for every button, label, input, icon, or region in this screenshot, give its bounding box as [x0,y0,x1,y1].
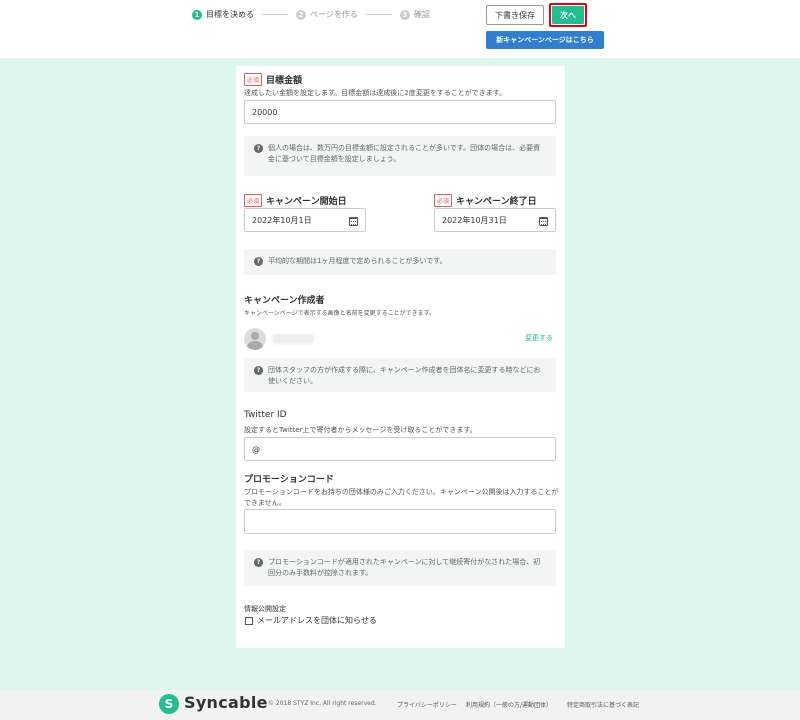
step-3: 3 確認 [399,9,430,20]
creator-title: キャンペーン作成者 [244,296,325,306]
goal-hint-text: 個人の場合は、数万円の目標金額に設定されることが多いです。団体の場合は、必要資金… [268,144,541,164]
commercial-law-link[interactable]: 特定商取引法に基づく表記 [567,700,639,709]
next-button-highlight: 次へ [549,3,587,27]
promo-code-input[interactable] [244,509,556,534]
required-badge: 必須 [244,73,263,86]
notify-email-label[interactable]: メールアドレスを団体に知らせる [257,615,377,626]
creator-hint: ? 団体スタッフの方が作成する際に、キャンペーン作成者を団体名に変更する時などに… [244,358,556,392]
goal-description: 達成したい金額を設定します。目標金額は達成後に2度変更をすることができます。 [244,89,507,97]
question-icon: ? [254,144,263,153]
new-campaign-page-button[interactable]: 新キャンペーンページはこちら [486,31,604,49]
start-date-label: キャンペーン開始日 [266,197,347,207]
notify-email-checkbox[interactable] [245,617,253,625]
campaign-form: 必須 目標金額 達成したい金額を設定します。目標金額は達成後に2度変更をすること… [236,66,565,648]
syncable-logo-text[interactable]: Syncable [184,693,268,712]
promo-description: プロモーションコードをお持ちの団体様のみご入力ください。キャンペーン公開後は入力… [244,488,559,507]
creator-description: キャンペーンページで表示する画像と名前を変更することができます。 [244,310,435,317]
step-2: 2 ページを作る [296,9,358,20]
step-label: 確認 [413,10,430,19]
creator-avatar [244,328,266,350]
creator-name-blurred [272,334,314,344]
required-badge: 必須 [244,194,263,207]
save-draft-button[interactable]: 下書き保存 [486,5,544,25]
step-label: 目標を決める [206,10,254,19]
step-label: ページを作る [310,10,358,19]
terms-link[interactable]: 利用規約（一般の方/運動団体） [466,700,552,709]
goal-amount-value: 20000 [252,107,278,117]
step-number: 3 [399,9,410,20]
step-number: 1 [192,9,202,20]
twitter-title: Twitter ID [244,410,287,420]
progress-steps: 1 目標を決める 2 ページを作る 3 確認 [192,9,430,20]
start-date-label-row: 必須 キャンペーン開始日 [244,194,347,207]
required-badge: 必須 [434,194,453,207]
twitter-description: 設定するとTwitter上で寄付者からメッセージを受け取ることができます。 [244,426,477,434]
goal-label: 目標金額 [266,76,303,86]
step-divider [365,14,392,15]
goal-hint: ? 個人の場合は、数万円の目標金額に設定されることが多いです。団体の場合は、必要… [244,136,556,176]
end-date-label-row: 必須 キャンペーン終了日 [434,194,537,207]
end-date-input[interactable]: 2022年10月31日 [434,208,556,232]
end-date-value: 2022年10月31日 [442,215,507,225]
goal-amount-input[interactable]: 20000 [244,100,556,124]
step-number: 2 [296,9,306,20]
creator-hint-text: 団体スタッフの方が作成する際に、キャンペーン作成者を団体名に変更する時などにお使… [268,366,541,386]
privacy-title: 情報公開設定 [244,605,286,613]
change-creator-link[interactable]: 変更する [525,333,553,343]
promo-hint-text: プロモーションコードが適用されたキャンペーンに対して継続寄付がなされた場合、初回… [268,558,541,578]
calendar-icon[interactable] [349,217,358,226]
start-date-value: 2022年10月1日 [252,215,312,225]
calendar-icon[interactable] [539,217,548,226]
header: 1 目標を決める 2 ページを作る 3 確認 下書き保存 次へ 新キャンペーンペ… [0,0,800,58]
promo-hint: ? プロモーションコードが適用されたキャンペーンに対して継続寄付がなされた場合、… [244,550,556,586]
question-icon: ? [254,257,263,266]
start-date-input[interactable]: 2022年10月1日 [244,208,366,232]
step-divider [262,14,288,15]
period-hint-text: 平均的な期間は1ヶ月程度で定められることが多いです。 [268,257,447,265]
copyright: © 2018 STYZ Inc. All right reserved. [268,700,377,707]
step-1: 1 目標を決める [192,9,254,20]
twitter-id-value: @ [252,444,260,454]
footer: S Syncable © 2018 STYZ Inc. All right re… [0,690,800,720]
promo-title: プロモーションコード [244,475,334,485]
privacy-policy-link[interactable]: プライバシーポリシー [397,700,457,709]
question-icon: ? [254,366,263,375]
period-hint: ? 平均的な期間は1ヶ月程度で定められることが多いです。 [244,249,556,275]
next-button[interactable]: 次へ [552,6,584,24]
goal-label-row: 必須 目標金額 [244,73,302,86]
question-icon: ? [254,558,263,567]
twitter-id-input[interactable]: @ [244,437,556,461]
syncable-logo-icon[interactable]: S [159,694,179,714]
end-date-label: キャンペーン終了日 [456,197,537,207]
